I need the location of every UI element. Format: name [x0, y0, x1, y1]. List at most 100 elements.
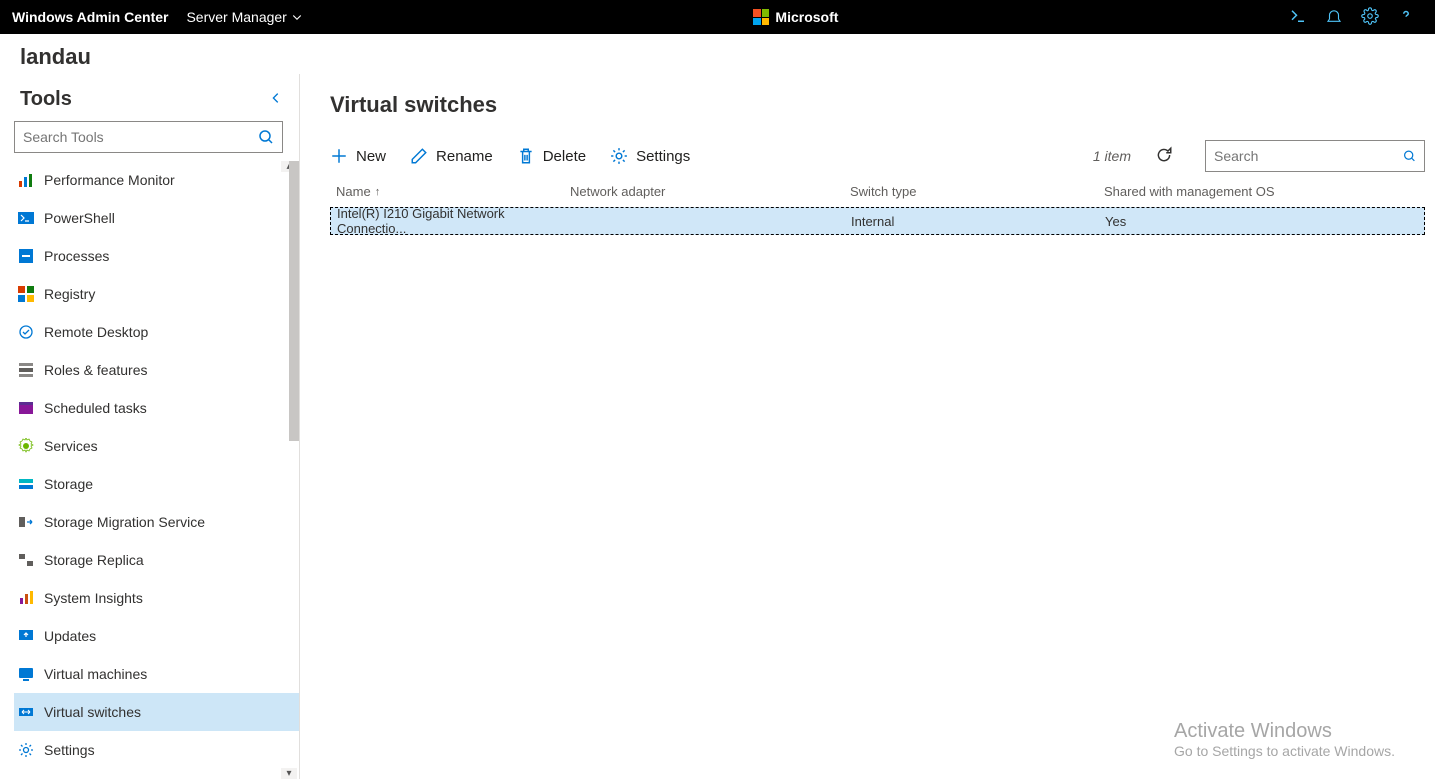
storage-icon [18, 476, 34, 492]
brand: Microsoft [303, 9, 1289, 25]
delete-button[interactable]: Delete [517, 147, 586, 165]
sidebar-item-performance-monitor[interactable]: Performance Monitor [14, 161, 299, 199]
tools-heading: Tools [20, 88, 72, 111]
plus-icon [330, 147, 348, 165]
row-shared: Yes [1105, 214, 1126, 229]
col-shared-header[interactable]: Shared with management OS [1104, 184, 1425, 199]
main-panel: Virtual switches New Rename Delete Setti… [300, 74, 1435, 779]
trash-icon [517, 147, 535, 165]
item-count: 1 item [1093, 148, 1131, 164]
sidebar-item-settings[interactable]: Settings [14, 731, 299, 769]
refresh-button[interactable] [1155, 146, 1173, 167]
col-adapter-label: Network adapter [570, 184, 665, 199]
tools-sidebar: Tools ▴ Performance Monitor PowerShell P… [0, 74, 300, 779]
sidebar-item-registry[interactable]: Registry [14, 275, 299, 313]
insights-icon [18, 590, 34, 606]
sidebar-item-roles-features[interactable]: Roles & features [14, 351, 299, 389]
collapse-sidebar-button[interactable] [269, 91, 283, 108]
settings-button[interactable]: Settings [610, 147, 690, 165]
sidebar-item-label: Scheduled tasks [44, 400, 147, 416]
processes-icon [18, 248, 34, 264]
sidebar-item-virtual-switches[interactable]: Virtual switches [14, 693, 299, 731]
vm-icon [18, 666, 34, 682]
watermark-title: Activate Windows [1174, 720, 1395, 743]
new-label: New [356, 148, 386, 165]
sidebar-item-storage-replica[interactable]: Storage Replica [14, 541, 299, 579]
sidebar-item-label: Virtual switches [44, 704, 141, 720]
chevron-left-icon [269, 91, 283, 105]
sidebar-item-services[interactable]: Services [14, 427, 299, 465]
updates-icon [18, 628, 34, 644]
tools-search[interactable] [14, 121, 283, 153]
sidebar-item-updates[interactable]: Updates [14, 617, 299, 655]
table-row[interactable]: Intel(R) I210 Gigabit Network Connectio.… [330, 207, 1425, 235]
col-adapter-header[interactable]: Network adapter [570, 184, 850, 199]
powershell-tool-icon [18, 210, 34, 226]
chart-icon [18, 172, 34, 188]
sidebar-item-label: Virtual machines [44, 666, 147, 682]
sidebar-item-system-insights[interactable]: System Insights [14, 579, 299, 617]
pencil-icon [410, 147, 428, 165]
sidebar-item-storage-migration[interactable]: Storage Migration Service [14, 503, 299, 541]
main-search[interactable] [1205, 140, 1425, 172]
replica-icon [18, 552, 34, 568]
scrollbar-thumb[interactable] [289, 161, 299, 441]
sidebar-item-label: Updates [44, 628, 96, 644]
sidebar-item-virtual-machines[interactable]: Virtual machines [14, 655, 299, 693]
brand-label: Microsoft [775, 9, 838, 25]
sidebar-item-remote-desktop[interactable]: Remote Desktop [14, 313, 299, 351]
sidebar-item-scheduled-tasks[interactable]: Scheduled tasks [14, 389, 299, 427]
rename-button[interactable]: Rename [410, 147, 493, 165]
sort-asc-icon: ↑ [375, 186, 381, 198]
top-bar: Windows Admin Center Server Manager Micr… [0, 0, 1435, 34]
sidebar-item-label: Performance Monitor [44, 172, 175, 188]
sidebar-item-label: System Insights [44, 590, 143, 606]
sidebar-item-label: Storage Replica [44, 552, 144, 568]
sidebar-item-label: Storage [44, 476, 93, 492]
activation-watermark: Activate Windows Go to Settings to activ… [1174, 720, 1395, 759]
scroll-down-icon[interactable]: ▾ [281, 768, 297, 779]
notifications-icon[interactable] [1325, 7, 1343, 28]
sidebar-item-storage[interactable]: Storage [14, 465, 299, 503]
sidebar-item-label: Processes [44, 248, 109, 264]
refresh-icon [1155, 146, 1173, 164]
server-name: landau [0, 34, 1435, 74]
col-name-header[interactable]: Name ↑ [330, 184, 570, 199]
gear-toolbar-icon [610, 147, 628, 165]
delete-label: Delete [543, 148, 586, 165]
registry-icon [18, 286, 34, 302]
powershell-icon[interactable] [1289, 7, 1307, 28]
col-type-label: Switch type [850, 184, 916, 199]
context-label: Server Manager [186, 9, 286, 25]
settings-gear-icon[interactable] [1361, 7, 1379, 28]
settings-label: Settings [636, 148, 690, 165]
toolbar: New Rename Delete Settings 1 item [330, 140, 1425, 172]
sidebar-item-label: Services [44, 438, 98, 454]
roles-icon [18, 362, 34, 378]
main-search-input[interactable] [1206, 148, 1403, 164]
col-type-header[interactable]: Switch type [850, 184, 1104, 199]
sidebar-item-label: Registry [44, 286, 95, 302]
help-icon[interactable] [1397, 7, 1415, 28]
col-shared-label: Shared with management OS [1104, 184, 1275, 199]
sidebar-item-processes[interactable]: Processes [14, 237, 299, 275]
vswitch-icon [18, 704, 34, 720]
rename-label: Rename [436, 148, 493, 165]
new-button[interactable]: New [330, 147, 386, 165]
migration-icon [18, 514, 34, 530]
microsoft-logo-icon [753, 9, 769, 25]
remote-desktop-icon [18, 324, 34, 340]
row-type: Internal [851, 214, 894, 229]
sidebar-item-powershell[interactable]: PowerShell [14, 199, 299, 237]
tools-search-input[interactable] [15, 129, 258, 145]
col-name-label: Name [336, 184, 371, 199]
search-icon [258, 129, 274, 145]
settings-icon [18, 742, 34, 758]
context-dropdown[interactable]: Server Manager [186, 9, 302, 25]
watermark-sub: Go to Settings to activate Windows. [1174, 743, 1395, 759]
sidebar-item-label: Storage Migration Service [44, 514, 205, 530]
search-icon [1403, 148, 1416, 164]
sidebar-item-label: PowerShell [44, 210, 115, 226]
row-name: Intel(R) I210 Gigabit Network Connectio.… [337, 206, 571, 236]
gear-icon [18, 438, 34, 454]
